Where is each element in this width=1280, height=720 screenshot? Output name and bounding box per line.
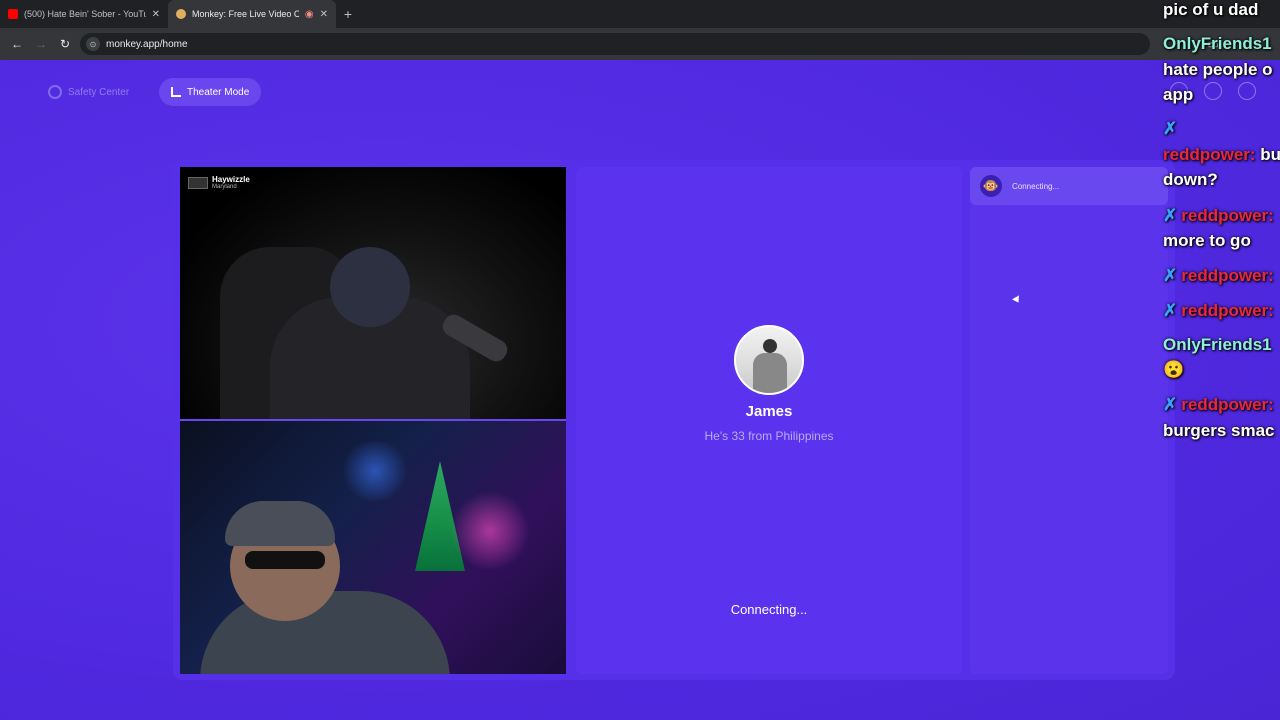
site-info-icon[interactable]: ⊙: [86, 37, 100, 51]
video-chat-stage: Haywizzle Maryland James He's 33 from Ph…: [173, 160, 1175, 680]
person-head: [330, 247, 410, 327]
chat-status-text: Connecting...: [1012, 181, 1060, 191]
streamer-name: Haywizzle: [212, 175, 250, 184]
chat-message: ✗ reddpower:: [1163, 206, 1274, 226]
sword-icon: ✗: [1163, 119, 1178, 138]
video-feeds: Haywizzle Maryland: [180, 167, 566, 674]
tab-title: Monkey: Free Live Video Ch: [192, 9, 299, 19]
person-cap: [225, 501, 335, 546]
chat-username: reddpower:: [1181, 395, 1274, 414]
light-glow: [340, 441, 410, 501]
safety-center-label: Safety Center: [68, 86, 130, 98]
chat-username: reddpower:: [1181, 206, 1274, 225]
chat-username: reddpower:: [1163, 145, 1256, 164]
chat-username: OnlyFriends1: [1163, 335, 1272, 354]
monkey-page: Safety Center Theater Mode Haywizzle Mar…: [0, 60, 1280, 720]
recording-icon: ◉: [304, 8, 314, 20]
browser-toolbar: ← → ↻ ⊙ monkey.app/home ▭: [0, 28, 1280, 60]
chat-line: down?: [1163, 170, 1218, 189]
safety-center-button[interactable]: Safety Center: [36, 78, 141, 106]
chat-line: app: [1163, 85, 1194, 104]
avatar-head: [763, 339, 777, 353]
streamer-tag: Haywizzle Maryland: [188, 175, 250, 191]
avatar-body: [753, 353, 787, 393]
streamer-logo: [188, 177, 208, 189]
forward-icon[interactable]: →: [32, 35, 50, 53]
url-text: monkey.app/home: [106, 38, 188, 50]
chat-message: ✗ reddpower:: [1163, 301, 1274, 321]
back-icon[interactable]: ←: [8, 35, 26, 53]
address-bar[interactable]: ⊙ monkey.app/home: [80, 33, 1150, 55]
self-video-feed: [180, 421, 566, 674]
sword-icon: ✗: [1163, 266, 1178, 285]
chat-panel: 🐵 Connecting...: [970, 167, 1168, 674]
peer-info-panel: James He's 33 from Philippines Connectin…: [576, 167, 962, 674]
avatar: [734, 325, 804, 395]
peer-name: James: [745, 403, 793, 420]
chat-text: bu: [1255, 145, 1280, 164]
chat-line: pic of u dad: [1163, 0, 1259, 19]
chat-message: ✗ reddpower:: [1163, 395, 1274, 415]
chat-line: hate people o: [1163, 60, 1273, 79]
new-tab-button[interactable]: +: [336, 0, 360, 28]
light-glow: [450, 491, 530, 571]
sunglasses: [245, 551, 325, 569]
chat-username: reddpower:: [1181, 301, 1274, 320]
chat-line: burgers smac: [1163, 421, 1275, 440]
emoji-icon: 😮: [1163, 360, 1185, 379]
peer-video-feed: Haywizzle Maryland: [180, 167, 566, 419]
close-icon[interactable]: ✕: [152, 9, 160, 20]
close-icon[interactable]: ✕: [320, 9, 328, 20]
chat-message: ✗ reddpower:: [1163, 266, 1274, 286]
chat-message: reddpower: bu: [1163, 145, 1280, 165]
theater-mode-button[interactable]: Theater Mode: [159, 78, 262, 106]
reload-icon[interactable]: ↻: [56, 35, 74, 53]
sword-icon: ✗: [1163, 301, 1178, 320]
tab-monkey[interactable]: Monkey: Free Live Video Ch ◉ ✕: [168, 0, 336, 28]
monkey-favicon-icon: [176, 9, 186, 19]
peer-info: He's 33 from Philippines: [704, 429, 834, 443]
youtube-icon: [8, 9, 18, 19]
expand-icon: [171, 87, 181, 97]
chat-username: reddpower:: [1181, 266, 1274, 285]
theater-mode-label: Theater Mode: [187, 86, 250, 98]
connection-status: Connecting...: [730, 602, 808, 617]
streamer-location: Maryland: [212, 184, 237, 190]
chat-line: more to go: [1163, 231, 1251, 250]
sword-icon: ✗: [1163, 395, 1178, 414]
shield-icon: [48, 85, 62, 99]
browser-tab-bar: (500) Hate Bein' Sober - YouTub ✕ Monkey…: [0, 0, 1280, 28]
chat-username: OnlyFriends1: [1163, 34, 1272, 53]
stream-chat-overlay: pic of u dad OnlyFriends1 hate people o …: [1163, 0, 1280, 720]
sword-icon: ✗: [1163, 206, 1178, 225]
tab-youtube[interactable]: (500) Hate Bein' Sober - YouTub ✕: [0, 0, 168, 28]
tab-title: (500) Hate Bein' Sober - YouTub: [24, 9, 146, 19]
monkey-icon: 🐵: [980, 175, 1002, 197]
chat-status-row: 🐵 Connecting...: [970, 167, 1168, 205]
